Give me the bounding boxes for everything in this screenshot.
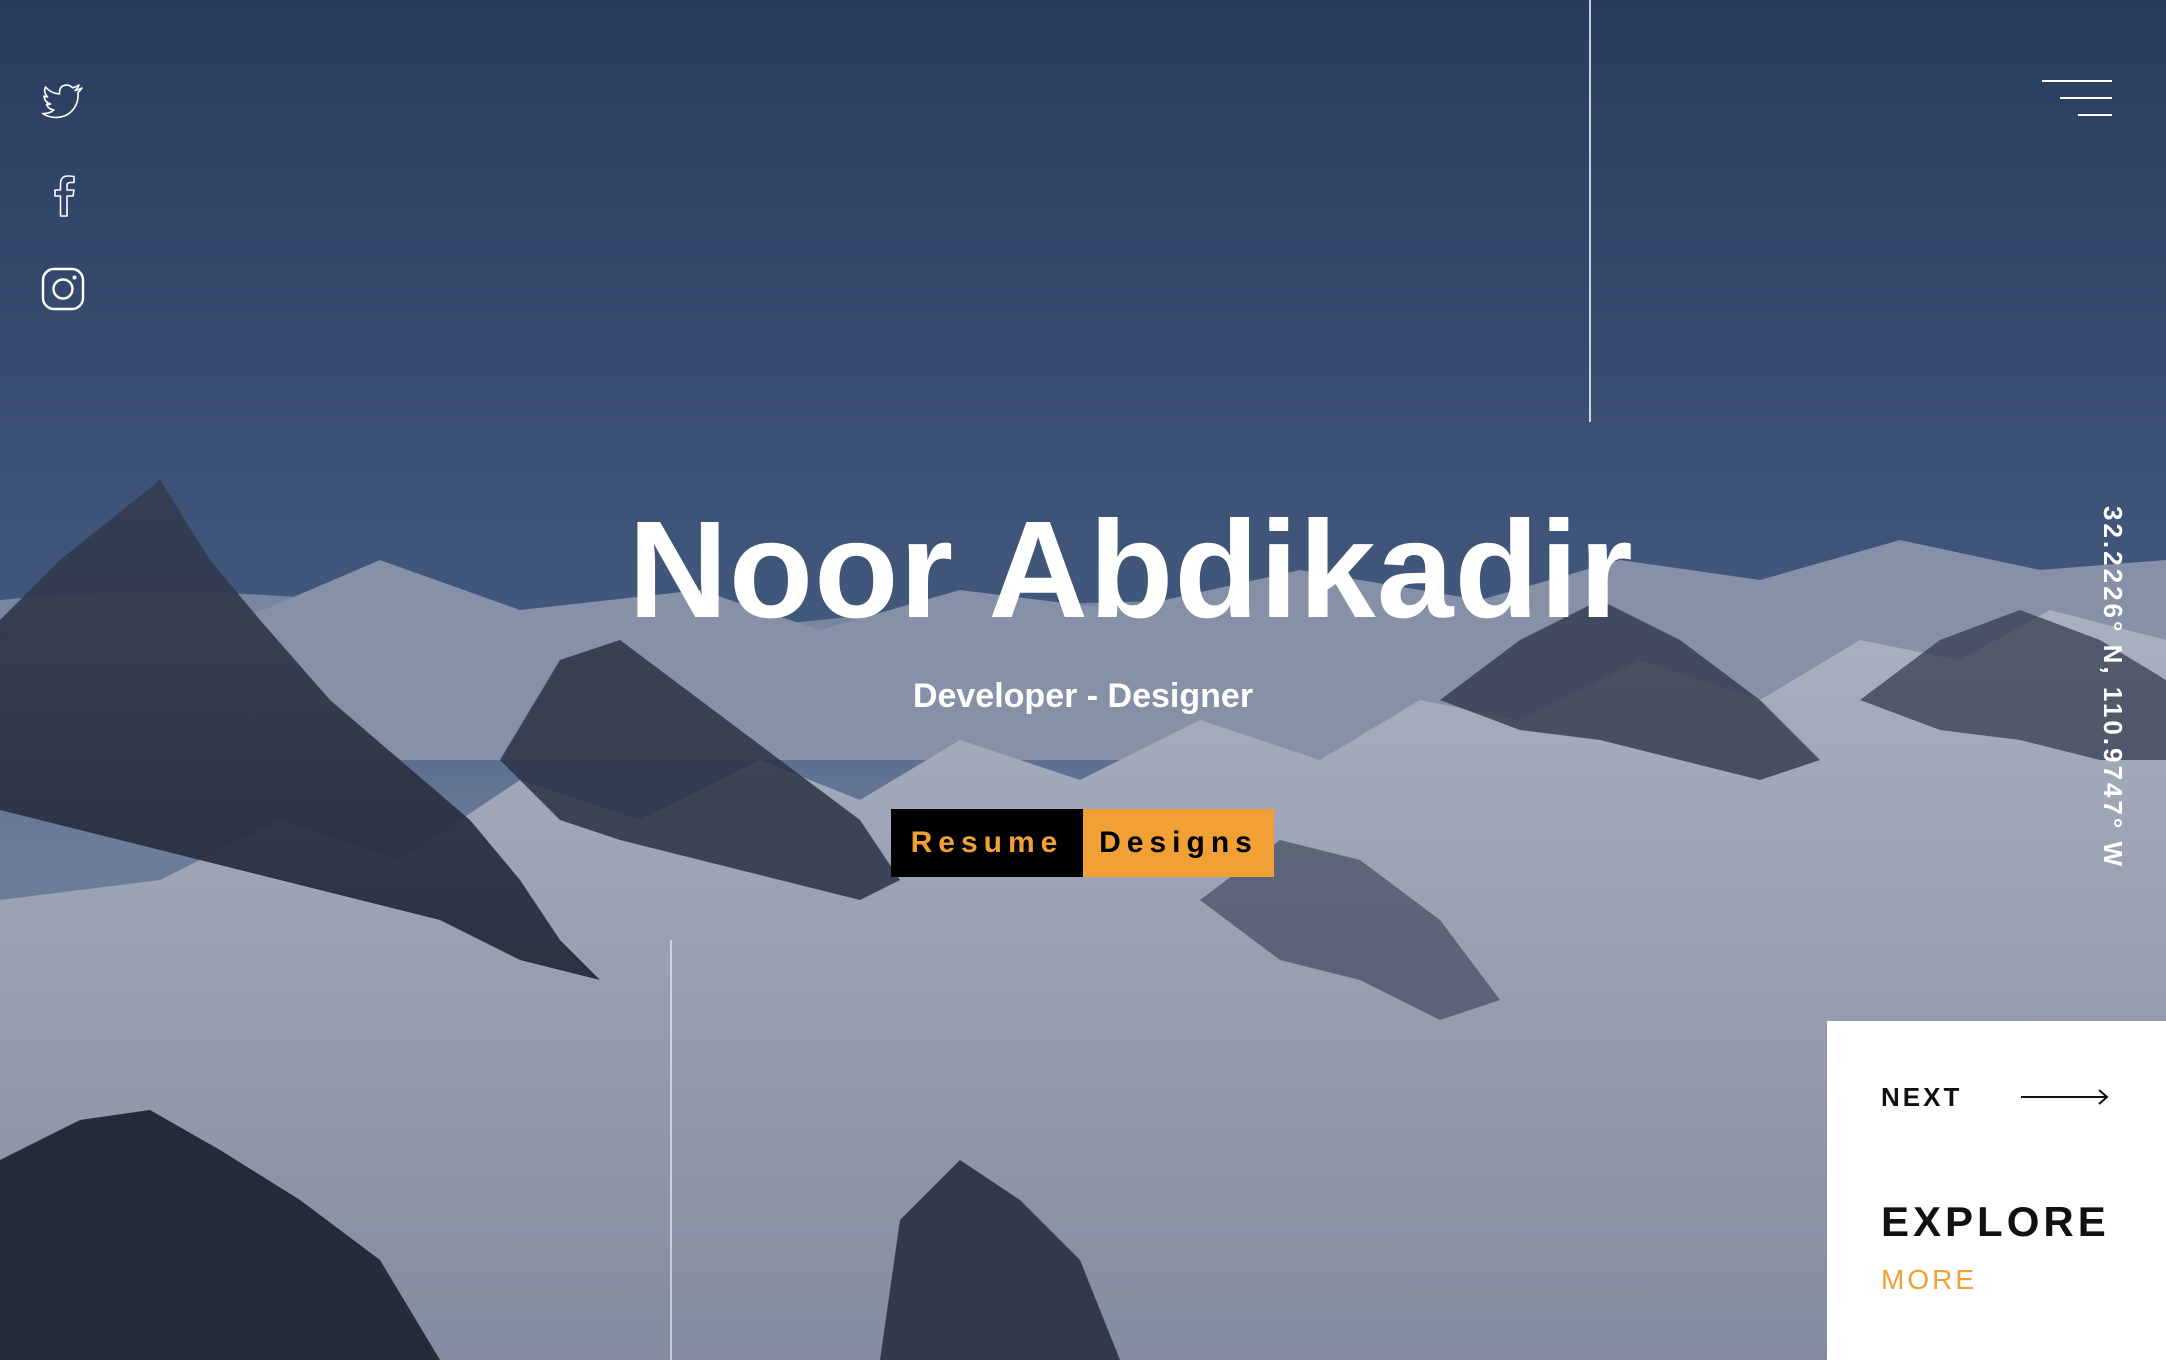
social-links [40, 78, 86, 312]
instagram-icon [41, 267, 85, 311]
hero-section: Noor Abdikadir Developer - Designer Resu… [0, 0, 2166, 1360]
page-title: Noor Abdikadir [628, 493, 1634, 647]
next-label: NEXT [1881, 1082, 1963, 1112]
resume-button[interactable]: Resume [891, 809, 1083, 877]
decorative-vertical-line-bottom [670, 940, 672, 1360]
twitter-icon [41, 84, 83, 119]
coordinates-label: 32.2226° N, 110.9747° W [2098, 506, 2128, 869]
facebook-icon [54, 175, 75, 217]
next-panel: NEXT EXPLORE MORE [1827, 1021, 2166, 1360]
twitter-link[interactable] [40, 78, 86, 124]
designs-button[interactable]: Designs [1083, 809, 1274, 877]
decorative-vertical-line-top [1589, 0, 1591, 422]
menu-line-top [2042, 80, 2112, 82]
explore-heading: EXPLORE [1881, 1198, 2110, 1245]
menu-line-bottom [2078, 114, 2112, 116]
more-link[interactable]: MORE [1881, 1261, 1977, 1299]
facebook-link[interactable] [40, 172, 86, 218]
cta-buttons: Resume Designs [891, 809, 1274, 877]
arrow-right-icon [2019, 1085, 2111, 1109]
next-button[interactable]: NEXT [1881, 1077, 2131, 1117]
instagram-link[interactable] [40, 266, 86, 312]
menu-line-middle [2060, 97, 2112, 99]
hamburger-menu-icon[interactable] [2042, 76, 2112, 120]
page-subtitle: Developer - Designer [912, 677, 1254, 715]
